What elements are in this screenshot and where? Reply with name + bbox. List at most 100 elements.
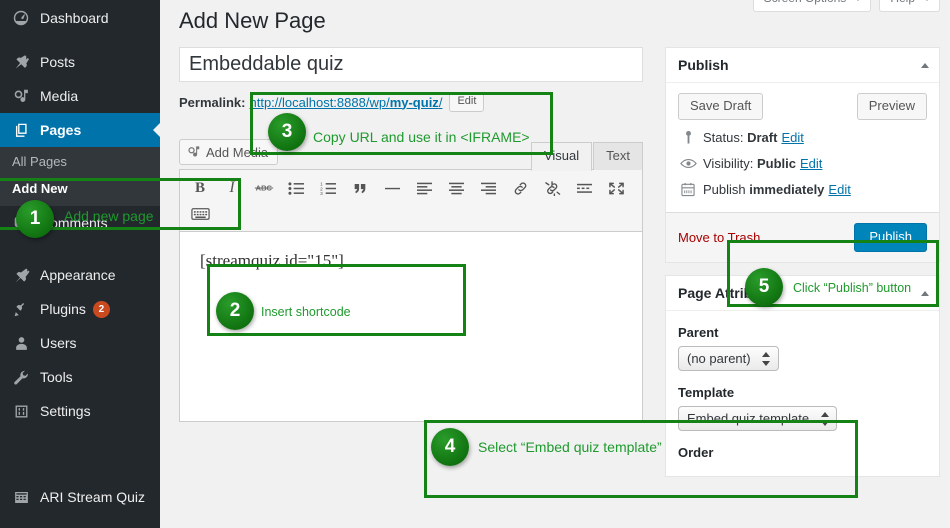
post-title-input[interactable] [179, 47, 643, 82]
annotation-badge-3: 3 [268, 113, 306, 151]
tab-visual[interactable]: Visual [530, 142, 593, 171]
bold-icon[interactable]: B [184, 175, 216, 201]
select-arrows-icon [762, 351, 771, 366]
page-title: Add New Page [179, 8, 326, 33]
align-right-icon[interactable] [472, 175, 504, 201]
sidebar-divider [0, 36, 160, 45]
page-attributes-body: Parent (no parent) Template Embed quiz t… [666, 311, 939, 476]
edit-schedule-link[interactable]: Edit [828, 182, 850, 197]
media-icon [187, 145, 201, 159]
horizontal-rule-icon[interactable] [376, 175, 408, 201]
schedule-row: Publish immediately Edit [678, 176, 927, 202]
template-label: Template [678, 385, 735, 400]
edit-permalink-button[interactable]: Edit [449, 92, 485, 112]
annotation-text-3: Copy URL and use it in <IFRAME> [313, 129, 530, 145]
page-attributes-metabox: Page Attributes Parent (no parent) Templ… [665, 275, 940, 477]
numbered-list-icon[interactable]: 123 [312, 175, 344, 201]
eye-icon [678, 157, 698, 170]
permalink-row: Permalink: http://localhost:8888/wp/my-q… [179, 91, 643, 113]
select-arrows-icon [820, 411, 829, 426]
remove-link-icon[interactable] [536, 175, 568, 201]
sidebar-item-label: Posts [40, 54, 76, 70]
sidebar-item-label: Users [40, 335, 77, 351]
insert-link-icon[interactable] [504, 175, 536, 201]
order-label: Order [678, 445, 714, 460]
visibility-row: Visibility: Public Edit [678, 150, 927, 176]
sidebar-subitem-all-pages[interactable]: All Pages [0, 148, 160, 175]
sidebar-item-ari-stream-quiz[interactable]: ARI Stream Quiz [0, 480, 160, 514]
align-left-icon[interactable] [408, 175, 440, 201]
align-center-icon[interactable] [440, 175, 472, 201]
chevron-up-icon[interactable] [921, 63, 929, 68]
publish-metabox-header: Publish [666, 48, 939, 83]
chevron-down-icon [924, 0, 930, 1]
sidebar-item-settings[interactable]: Settings [0, 394, 160, 428]
wordpress-admin-screen: Dashboard Posts Media Pages All Pages Ad… [0, 0, 950, 528]
save-draft-button[interactable]: Save Draft [678, 93, 764, 120]
annotation-badge-1: 1 [16, 200, 54, 238]
bulleted-list-icon[interactable] [280, 175, 312, 201]
pin-icon [11, 52, 31, 72]
calendar-icon [678, 182, 698, 197]
template-select[interactable]: Embed quiz template [678, 406, 838, 431]
tab-text[interactable]: Text [593, 142, 643, 170]
help-button[interactable]: Help [879, 0, 940, 12]
editor-content-area[interactable]: [streamquiz id="15"] [179, 232, 643, 422]
publish-metabox-body: Save Draft Preview Status: Draft Edit Vi… [666, 83, 939, 212]
appearance-brush-icon [11, 265, 31, 285]
editor-shortcode-text: [streamquiz id="15"] [200, 251, 344, 270]
visibility-value: Public [756, 156, 796, 171]
sidebar-item-media[interactable]: Media [0, 79, 160, 113]
ari-stream-quiz-grid-icon [11, 487, 31, 507]
publish-metabox: Publish Save Draft Preview Status: Draft… [665, 47, 940, 263]
tools-wrench-icon [11, 367, 31, 387]
sidebar-item-label: Media [40, 88, 79, 104]
sidebar-item-tools[interactable]: Tools [0, 360, 160, 394]
chevron-down-icon [855, 0, 862, 1]
blockquote-icon[interactable] [344, 175, 376, 201]
sidebar-subitem-add-new[interactable]: Add New [0, 175, 160, 202]
dashboard-icon [11, 8, 31, 28]
sidebar-item-dashboard[interactable]: Dashboard [0, 0, 160, 36]
major-publishing-actions: Move to Trash Publish [666, 212, 939, 262]
edit-status-link[interactable]: Edit [781, 130, 803, 145]
pages-submenu: All Pages Add New [0, 147, 160, 206]
tab-text-label: Text [606, 148, 630, 163]
screen-options-button[interactable]: Screen Options [752, 0, 872, 12]
screen-meta-links: Screen Options Help [752, 0, 940, 12]
edit-visibility-link[interactable]: Edit [800, 156, 822, 171]
status-value: Draft [747, 130, 778, 145]
add-media-button[interactable]: Add Media [179, 139, 279, 165]
editor-toolbar: B I ABC 123 [179, 169, 643, 232]
permalink-link[interactable]: http://localhost:8888/wp/my-quiz/ [249, 95, 442, 110]
svg-text:3: 3 [320, 191, 323, 196]
sidebar-item-plugins[interactable]: Plugins 2 [0, 292, 160, 326]
annotation-badge-2: 2 [216, 292, 254, 330]
parent-select[interactable]: (no parent) [678, 346, 779, 371]
fullscreen-icon[interactable] [600, 175, 632, 201]
status-row: Status: Draft Edit [678, 124, 927, 150]
annotation-text-2: Insert shortcode [261, 305, 351, 319]
annotation-badge-5: 5 [745, 268, 783, 306]
sidebar-divider [0, 240, 160, 258]
insert-read-more-icon[interactable] [568, 175, 600, 201]
sidebar-item-users[interactable]: Users [0, 326, 160, 360]
strikethrough-icon[interactable]: ABC [248, 175, 280, 201]
publish-metabox-title: Publish [678, 57, 729, 73]
editor-mode-tabs: Visual Text [530, 142, 643, 171]
publish-button[interactable]: Publish [854, 223, 927, 252]
sidebar-item-label: ARI Stream Quiz [40, 489, 146, 505]
editor-wrap: Add Media Visual Text B I ABC 1 2 3 [str… [179, 139, 643, 422]
preview-button[interactable]: Preview [856, 93, 927, 120]
pages-icon [11, 120, 31, 140]
sidebar-item-posts[interactable]: Posts [0, 45, 160, 79]
toolbar-toggle-keyboard-icon[interactable] [184, 201, 216, 227]
status-label: Status: [703, 130, 744, 145]
italic-icon[interactable]: I [216, 175, 248, 201]
chevron-up-icon[interactable] [921, 291, 929, 296]
schedule-label: Publish [703, 182, 746, 197]
sidebar-item-label: Dashboard [40, 10, 109, 26]
sidebar-item-pages[interactable]: Pages [0, 113, 161, 147]
move-to-trash-link[interactable]: Move to Trash [678, 230, 760, 245]
sidebar-item-appearance[interactable]: Appearance [0, 258, 160, 292]
